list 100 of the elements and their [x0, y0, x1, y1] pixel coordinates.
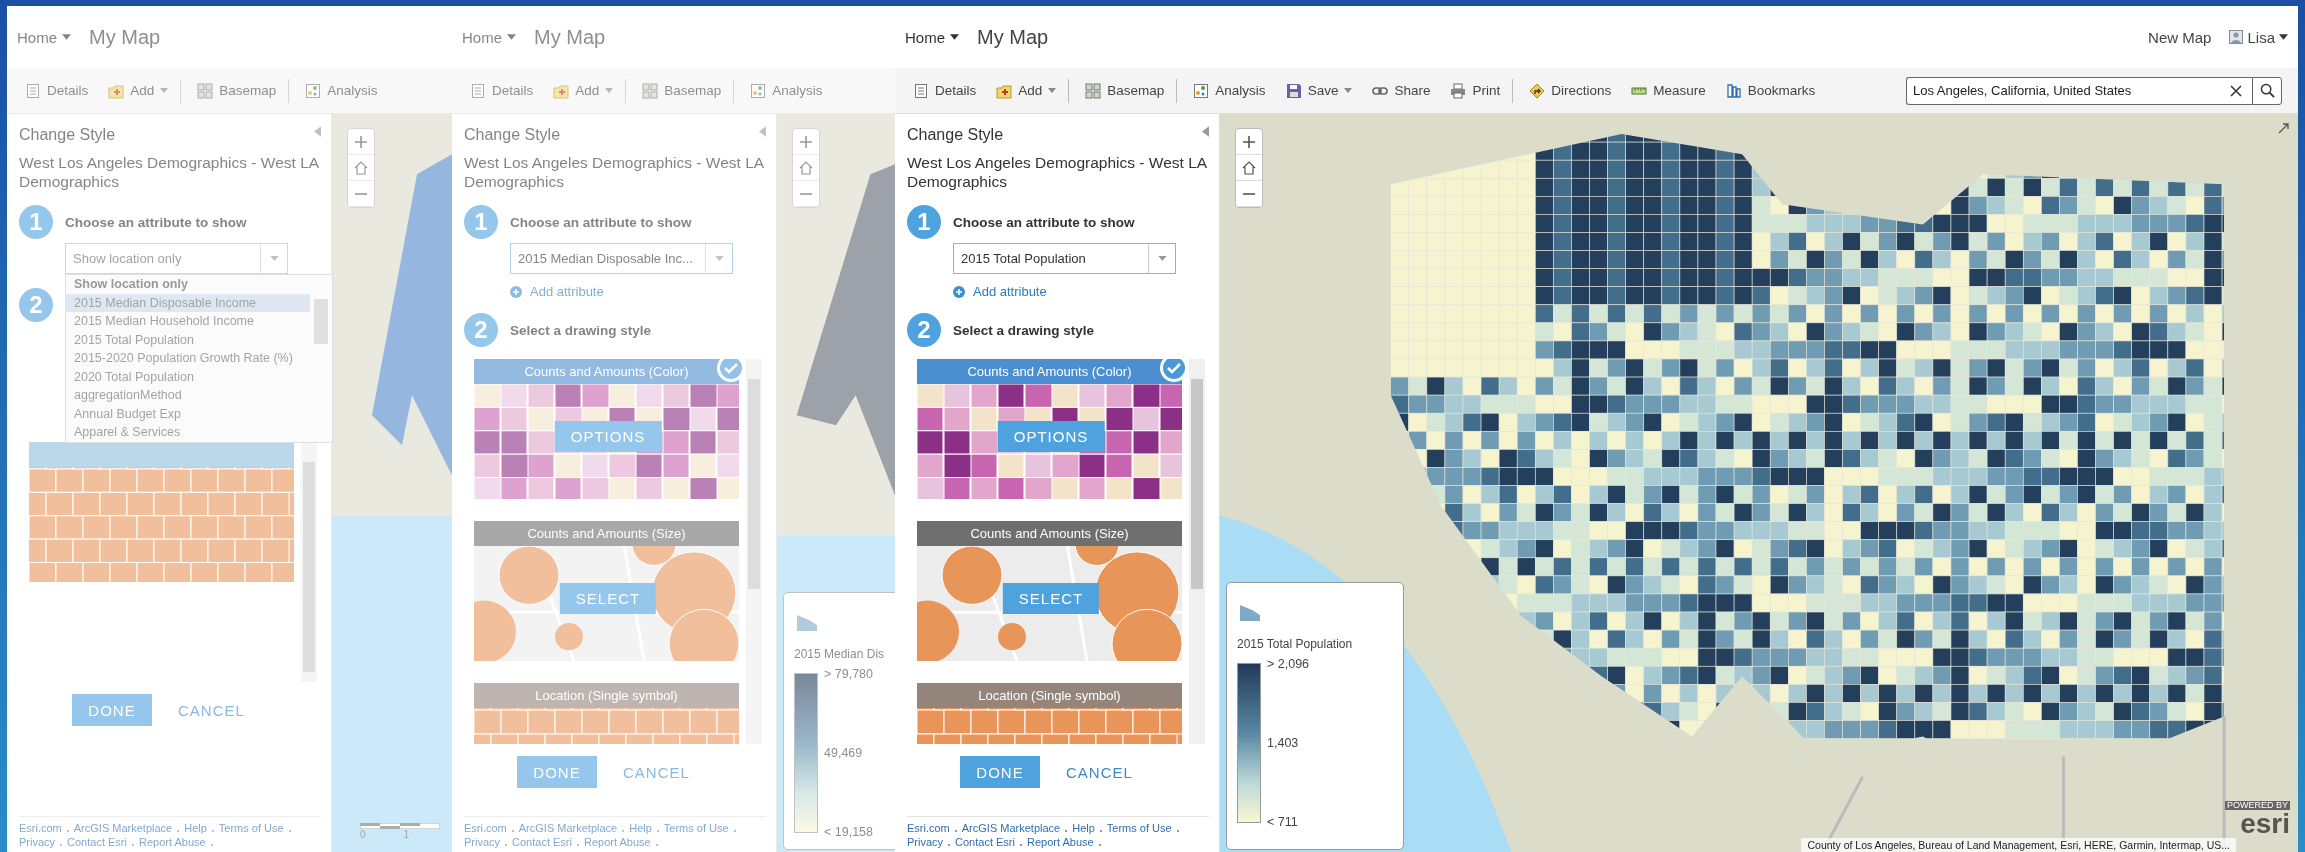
scrollbar[interactable] — [301, 442, 317, 683]
footer-link[interactable]: Report Abuse — [584, 835, 651, 849]
done-button[interactable]: DONE — [960, 756, 1040, 789]
home-menu[interactable]: Home — [17, 28, 71, 46]
add-attribute-link[interactable]: Add attribute — [510, 284, 604, 300]
add-attribute-link[interactable]: Add attribute — [953, 284, 1047, 300]
style-card[interactable]: Counts and Amounts (Color) OPTIONS — [917, 359, 1185, 500]
style-card-header: Location (Single symbol) — [917, 683, 1182, 709]
footer-link[interactable]: Report Abuse — [1027, 835, 1094, 849]
footer-link[interactable]: Esri.com — [907, 821, 950, 835]
footer-link[interactable]: Help — [1072, 821, 1095, 835]
footer-link[interactable]: Privacy — [19, 835, 56, 849]
toolbar-button[interactable]: Details — [905, 78, 985, 103]
footer-link[interactable]: Terms of Use — [218, 821, 284, 835]
collapse-icon[interactable] — [314, 126, 321, 137]
footer-link[interactable]: Help — [629, 821, 652, 835]
toolbar-button[interactable]: Add — [988, 78, 1070, 103]
toolbar-button[interactable]: Details — [462, 78, 542, 103]
footer-link[interactable]: Esri.com — [464, 821, 507, 835]
toolbar-button[interactable]: Add — [100, 78, 182, 103]
footer-link[interactable]: ArcGIS Marketplace — [961, 821, 1061, 835]
footer-link[interactable]: Esri.com — [19, 821, 62, 835]
done-button[interactable]: DONE — [72, 694, 152, 727]
footer-link[interactable]: ArcGIS Marketplace — [73, 821, 173, 835]
attribute-dropdown[interactable]: 2015 Median Disposable Inc... — [510, 243, 733, 275]
option-item[interactable]: 2015-2020 Population Growth Rate (%) — [66, 349, 310, 368]
home-menu[interactable]: Home — [462, 28, 516, 46]
done-button[interactable]: DONE — [517, 756, 597, 789]
toolbar-button[interactable]: Basemap — [1077, 78, 1178, 103]
scrollbar[interactable] — [1189, 359, 1205, 745]
cancel-button[interactable]: CANCEL — [623, 763, 690, 781]
toolbar-button[interactable]: Share — [1364, 78, 1439, 103]
search-button[interactable] — [2252, 76, 2282, 105]
footer-link[interactable]: Help — [184, 821, 207, 835]
panel-heading: Change Style — [464, 126, 561, 144]
toolbar-button[interactable]: Bookmarks — [1717, 78, 1824, 103]
footer-link[interactable]: Contact Esri — [67, 835, 127, 849]
toolbar-button[interactable]: Measure — [1623, 78, 1714, 103]
polygon-symbol-icon — [1240, 605, 1260, 621]
footer-link[interactable]: Report Abuse — [139, 835, 206, 849]
map-attribution: County of Los Angeles, Bureau of Land Management, Esri, HERE, Garmin, Intermap, US... — [1801, 838, 2236, 852]
toolbar-button[interactable]: Analysis — [297, 78, 386, 103]
checkmark-icon — [716, 359, 742, 384]
style-card[interactable]: Location (Single symbol) — [474, 683, 742, 745]
panel-heading: Change Style — [907, 126, 1004, 144]
style-card-button[interactable]: SELECT — [559, 583, 657, 615]
option-item[interactable]: 2015 Total Population — [66, 330, 310, 350]
footer-link[interactable]: ArcGIS Marketplace — [518, 821, 618, 835]
footer-link[interactable]: Privacy — [907, 835, 944, 849]
ramp-label: 49,469 — [824, 746, 864, 760]
style-card[interactable]: Counts and Amounts (Size) SELECT — [474, 521, 742, 662]
toolbar-button[interactable]: Save — [1277, 78, 1361, 103]
footer-link[interactable]: Contact Esri — [955, 835, 1015, 849]
search-field[interactable]: Los Angeles, California, United States — [1906, 76, 2252, 105]
style-card-button[interactable]: OPTIONS — [554, 421, 662, 453]
cancel-button[interactable]: CANCEL — [178, 701, 245, 719]
style-card[interactable]: Counts and Amounts (Color) OPTIONS — [474, 359, 742, 500]
option-item[interactable]: Apparel & Services — [66, 423, 310, 442]
toolbar-button[interactable]: Basemap — [189, 78, 290, 103]
legend-title: 2015 Total Population — [1237, 637, 1354, 651]
collapse-icon[interactable] — [1202, 126, 1209, 137]
toolbar-button[interactable]: Add — [545, 78, 627, 103]
toolbar-button[interactable]: Basemap — [634, 78, 735, 103]
clear-icon[interactable] — [2230, 84, 2242, 97]
footer-link[interactable]: Terms of Use — [663, 821, 729, 835]
minus-icon — [799, 192, 813, 195]
map-view[interactable]: 2015 Total Population > 2,096 1,403 < 711 POWERED BY esri County of Los Angeles, Bureau of Land Management, Esri, HERE, Garmin, Intermap, US... — [1220, 114, 2298, 852]
footer-link[interactable]: Contact Esri — [512, 835, 572, 849]
option-item[interactable]: Show location only — [66, 275, 310, 294]
toolbar-button[interactable]: Analysis — [742, 78, 831, 103]
attribute-dropdown[interactable]: Show location only — [65, 243, 288, 275]
expand-icon[interactable] — [2278, 122, 2290, 134]
toolbar-button[interactable]: Details — [17, 78, 97, 103]
new-map-link[interactable]: New Map — [2148, 28, 2212, 46]
plus-folder-icon — [996, 82, 1013, 99]
attribute-dropdown[interactable]: 2015 Total Population — [953, 243, 1176, 275]
collapse-icon[interactable] — [759, 126, 766, 137]
option-item[interactable]: 2020 Total Population — [66, 367, 310, 387]
home-menu[interactable]: Home — [905, 28, 959, 46]
home-icon — [354, 160, 368, 175]
scale-label: 1 — [403, 829, 410, 840]
toolbar-button[interactable]: Print — [1442, 78, 1514, 103]
style-card[interactable]: Counts and Amounts (Size) SELECT — [917, 521, 1185, 662]
option-item[interactable]: aggregationMethod — [66, 386, 310, 405]
footer-link[interactable]: Privacy — [464, 835, 501, 849]
style-card[interactable] — [29, 442, 297, 583]
toolbar-button[interactable]: Analysis — [1185, 78, 1274, 103]
style-card-button[interactable]: OPTIONS — [997, 421, 1105, 453]
footer-link[interactable]: Terms of Use — [1106, 821, 1172, 835]
option-item[interactable]: 2015 Median Disposable Income — [66, 293, 310, 313]
style-card-button[interactable]: SELECT — [1002, 583, 1100, 615]
cancel-button[interactable]: CANCEL — [1066, 763, 1133, 781]
option-item[interactable]: 2015 Median Household Income — [66, 312, 310, 331]
ramp-label: > 2,096 — [1267, 657, 1310, 671]
panel-heading: Change Style — [19, 126, 116, 144]
toolbar-button[interactable]: Directions — [1521, 78, 1620, 103]
user-menu[interactable]: Lisa — [2229, 28, 2288, 46]
option-item[interactable]: Annual Budget Exp — [66, 404, 310, 424]
style-card-header: Location (Single symbol) — [474, 683, 739, 709]
scrollbar[interactable] — [746, 359, 762, 745]
